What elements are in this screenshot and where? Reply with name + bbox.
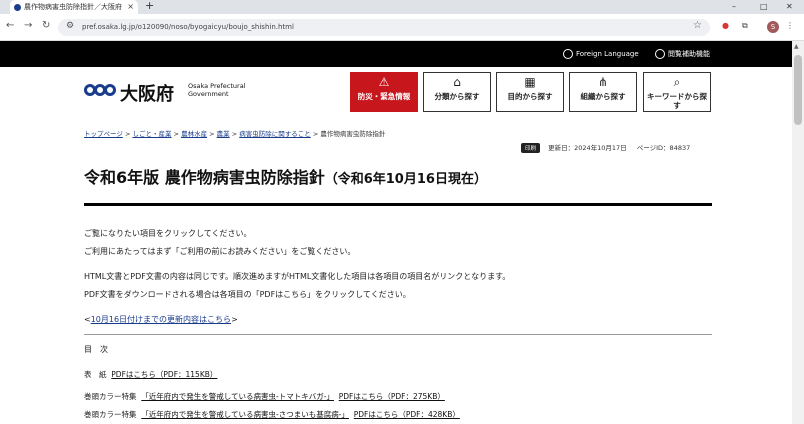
nav-label: キーワードから探す xyxy=(647,92,707,110)
intro-text: HTML文書とPDF文書の内容は同じです。順次進めますがHTML文書化した項目は… xyxy=(84,272,511,281)
page-title-date: （令和6年10月16日現在） xyxy=(324,172,487,187)
utility-bar: Foreign Language 閲覧補助機能 xyxy=(0,41,792,67)
folder-icon: ⌂ xyxy=(453,75,461,89)
browser-tab[interactable]: 農作物病害虫防除指針／大阪府 × xyxy=(10,0,138,14)
breadcrumb-link[interactable]: 農業 xyxy=(217,130,230,138)
nav-label: 目的から探す xyxy=(507,92,553,101)
toc-item-link[interactable]: 「近年府内で発生を警戒している病害虫-さつまいも基腐病-」 xyxy=(141,410,349,419)
intro-text: ご利用にあたってはまず「ご利用の前にお読みください」をご覧ください。 xyxy=(84,247,356,256)
new-tab-button[interactable]: + xyxy=(145,0,154,12)
page-meta: 印刷 更新日：2024年10月17日 ページID：84837 xyxy=(521,142,690,153)
pdf-link[interactable]: PDFはこちら（PDF：275KB） xyxy=(339,392,445,401)
scrollbar-thumb[interactable] xyxy=(794,55,802,125)
tab-close-icon[interactable]: × xyxy=(127,0,134,14)
forward-icon[interactable]: → xyxy=(24,20,32,31)
reload-icon[interactable]: ↻ xyxy=(42,20,50,31)
warning-icon: ⚠ xyxy=(378,75,390,89)
nav-keyword-button[interactable]: ⌕ キーワードから探す xyxy=(643,72,711,112)
browser-menu-icon[interactable]: ⋮ xyxy=(786,21,794,30)
tab-title: 農作物病害虫防除指針／大阪府 xyxy=(24,3,122,11)
intro-text: PDF文書をダウンロードされる場合は各項目の「PDFはこちら」をクリックしてくだ… xyxy=(84,290,411,299)
foreign-language-label: Foreign Language xyxy=(576,50,639,58)
grid-icon: ▦ xyxy=(524,75,536,89)
nav-purpose-button[interactable]: ▦ 目的から探す xyxy=(496,72,564,112)
maximize-icon[interactable]: □ xyxy=(760,0,768,14)
nav-label: 分類から探す xyxy=(434,92,480,101)
breadcrumb-link[interactable]: しごと・産業 xyxy=(132,130,171,138)
accessibility-link[interactable]: 閲覧補助機能 xyxy=(655,41,710,67)
nav-label: 防災・緊急情報 xyxy=(357,92,411,101)
bookmark-star-icon[interactable]: ☆ xyxy=(693,20,702,31)
nav-label: 組織から探す xyxy=(580,92,626,101)
extension-icon[interactable]: ● xyxy=(722,21,729,30)
breadcrumb-link[interactable]: 農林水産 xyxy=(181,130,207,138)
gear-icon xyxy=(655,49,665,59)
intro-text: ご覧になりたい項目をクリックしてください。 xyxy=(84,229,252,238)
pdf-link[interactable]: PDFはこちら（PDF：428KB） xyxy=(354,410,460,419)
updated-date: 更新日：2024年10月17日 xyxy=(548,144,627,152)
foreign-language-link[interactable]: Foreign Language xyxy=(563,41,639,67)
pdf-link[interactable]: PDFはこちら（PDF：115KB） xyxy=(111,370,217,379)
content-divider xyxy=(84,334,712,335)
extensions-puzzle-icon[interactable]: ⧉ xyxy=(742,21,748,31)
profile-avatar[interactable]: S xyxy=(767,21,779,33)
logo-text: 大阪府 xyxy=(120,84,174,105)
logo-english: Osaka Prefectural Government xyxy=(188,82,246,98)
nav-organization-button[interactable]: ⋔ 組織から探す xyxy=(569,72,637,112)
breadcrumb-link[interactable]: 病害虫防除に関すること xyxy=(239,130,311,138)
site-favicon-icon xyxy=(14,4,21,11)
title-divider xyxy=(84,203,712,206)
toc-heading: 目 次 xyxy=(84,345,108,354)
nav-disaster-info-button[interactable]: ⚠ 防災・緊急情報 xyxy=(350,72,418,112)
address-bar[interactable]: ⚙ pref.osaka.lg.jp/o120090/noso/byogaicy… xyxy=(58,19,710,36)
update-history-link[interactable]: 10月16日付けまでの更新内容はこちら xyxy=(91,315,231,324)
nav-category-button[interactable]: ⌂ 分類から探す xyxy=(423,72,491,112)
minimize-icon[interactable]: – xyxy=(732,0,736,14)
accessibility-label: 閲覧補助機能 xyxy=(668,50,710,58)
url-text[interactable]: pref.osaka.lg.jp/o120090/noso/byogaicyu/… xyxy=(82,19,294,36)
osaka-logo-mark-icon xyxy=(84,84,118,98)
globe-icon xyxy=(563,49,573,59)
org-chart-icon: ⋔ xyxy=(597,75,609,89)
toc-item-link[interactable]: 「近年府内で発生を警戒している病害虫-トマトキバガ-」 xyxy=(141,392,334,401)
browser-toolbar: ← → ↻ ⚙ pref.osaka.lg.jp/o120090/noso/by… xyxy=(0,14,804,41)
breadcrumb: トップページ > しごと・産業 > 農林水産 > 農業 > 病害虫防除に関するこ… xyxy=(84,130,386,138)
page-title: 令和6年版 農作物病害虫防除指針（令和6年10月16日現在） xyxy=(84,168,487,187)
print-button[interactable]: 印刷 xyxy=(521,143,541,153)
close-window-icon[interactable]: ✕ xyxy=(786,0,793,14)
toc-item: 表 紙 PDFはこちら（PDF：115KB） xyxy=(84,370,218,379)
scroll-up-icon[interactable]: ▲ xyxy=(794,43,799,50)
update-notice: <10月16日付けまでの更新内容はこちら> xyxy=(84,315,238,324)
page-scrollbar[interactable]: ▲ xyxy=(792,41,804,424)
search-icon: ⌕ xyxy=(673,75,681,89)
browser-tab-strip: 農作物病害虫防除指針／大阪府 × + – □ ✕ xyxy=(0,0,804,14)
breadcrumb-current: 農作物病害虫防除指針 xyxy=(320,130,386,138)
page-id: ページID：84837 xyxy=(636,144,691,152)
toc-item: 巻頭カラー特集 「近年府内で発生を警戒している病害虫-トマトキバガ-」 PDFは… xyxy=(84,392,445,401)
site-info-icon[interactable]: ⚙ xyxy=(66,21,74,31)
breadcrumb-link[interactable]: トップページ xyxy=(84,130,123,138)
toc-item: 巻頭カラー特集 「近年府内で発生を警戒している病害虫-さつまいも基腐病-」 PD… xyxy=(84,410,460,419)
back-icon[interactable]: ← xyxy=(6,20,14,31)
